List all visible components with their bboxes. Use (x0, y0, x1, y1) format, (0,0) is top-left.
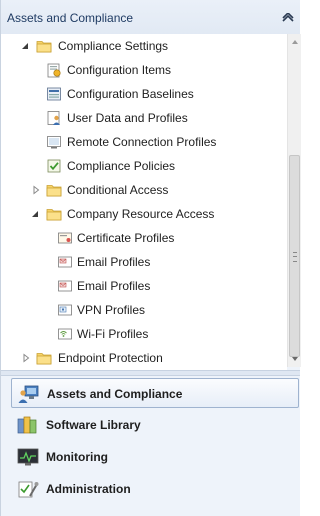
scrollbar-thumb[interactable] (289, 155, 300, 357)
tree-item-configuration-items[interactable]: Configuration Items (1, 59, 287, 81)
tree-item-company-resource-access[interactable]: Company Resource Access (1, 203, 287, 225)
tree-item-email-profiles[interactable]: Email Profiles (1, 251, 287, 273)
tree-item-label: Configuration Baselines (67, 87, 194, 101)
configuration-item-icon (47, 63, 61, 78)
tree-item-label: Endpoint Protection (58, 351, 163, 365)
compliance-policy-icon (47, 159, 61, 173)
tree-item-label: Conditional Access (67, 183, 169, 197)
tree-item-compliance-settings[interactable]: Compliance Settings (1, 35, 287, 57)
workspace-administration[interactable]: Administration (11, 474, 299, 504)
tree-item-wi-fi-profiles[interactable]: Wi-Fi Profiles (1, 323, 287, 345)
folder-icon (36, 353, 52, 365)
tree-item-label: Wi-Fi Profiles (77, 327, 149, 341)
tree-item-label: Configuration Items (67, 63, 172, 77)
expanded-arrow-icon[interactable] (30, 209, 40, 219)
scroll-down-icon[interactable] (290, 354, 300, 364)
console-navigation-pane: Assets and Compliance Compliance Setting… (0, 0, 301, 516)
pane-title: Assets and Compliance (7, 11, 134, 25)
tree-item-endpoint-protection[interactable]: Endpoint Protection (1, 347, 287, 369)
workspace-monitoring[interactable]: Monitoring (11, 442, 299, 472)
workspace-assets-and-compliance[interactable]: Assets and Compliance (11, 378, 299, 408)
expanded-arrow-icon[interactable] (20, 41, 30, 51)
navigation-tree: Compliance Settings Configuration Items … (1, 34, 287, 370)
configuration-baseline-icon (47, 87, 61, 101)
folder-icon (46, 209, 62, 221)
pane-header: Assets and Compliance (1, 0, 300, 36)
tree-item-label: User Data and Profiles (67, 111, 188, 125)
certificate-profile-icon (58, 232, 72, 244)
tree-item-label: Company Resource Access (67, 207, 215, 221)
monitoring-icon (17, 448, 39, 466)
user-data-icon (47, 111, 60, 125)
tree-item-email-profiles[interactable]: Email Profiles (1, 275, 287, 297)
scroll-up-icon[interactable] (290, 37, 300, 47)
tree-item-label: VPN Profiles (77, 303, 146, 317)
tree-item-label: Certificate Profiles (77, 231, 175, 245)
workspace-label: Assets and Compliance (47, 387, 183, 401)
workspace-label: Administration (46, 482, 131, 496)
workspace-label: Software Library (46, 418, 141, 432)
collapsed-arrow-icon[interactable] (21, 353, 31, 363)
email-profile-icon (58, 256, 72, 268)
workspace-switcher: Assets and Compliance Software Library M… (1, 376, 300, 516)
tree-item-label: Email Profiles (77, 279, 151, 293)
tree-item-label: Compliance Policies (67, 159, 176, 173)
tree-vertical-scrollbar[interactable] (287, 34, 301, 367)
tree-item-label: Email Profiles (77, 255, 151, 269)
tree-item-certificate-profiles[interactable]: Certificate Profiles (1, 227, 287, 249)
folder-icon (46, 185, 62, 197)
scrollbar-grip-icon (293, 252, 297, 262)
vpn-profile-icon (58, 304, 72, 316)
collapse-pane-icon[interactable] (282, 13, 294, 23)
software-library-icon (17, 416, 37, 434)
collapsed-arrow-icon[interactable] (31, 185, 41, 195)
tree-item-compliance-policies[interactable]: Compliance Policies (1, 155, 287, 177)
administration-icon (18, 481, 39, 498)
assets-compliance-icon (18, 385, 39, 403)
workspace-software-library[interactable]: Software Library (11, 410, 299, 440)
tree-item-user-data-and-profiles[interactable]: User Data and Profiles (1, 107, 287, 129)
tree-item-configuration-baselines[interactable]: Configuration Baselines (1, 83, 287, 105)
email-profile-icon (58, 280, 72, 292)
workspace-label: Monitoring (46, 450, 108, 464)
tree-item-label: Compliance Settings (58, 39, 169, 53)
tree-item-conditional-access[interactable]: Conditional Access (1, 179, 287, 201)
tree-item-label: Remote Connection Profiles (67, 135, 217, 149)
tree-item-vpn-profiles[interactable]: VPN Profiles (1, 299, 287, 321)
tree-item-remote-connection-profiles[interactable]: Remote Connection Profiles (1, 131, 287, 153)
remote-connection-icon (47, 136, 61, 149)
wifi-profile-icon (58, 328, 72, 340)
folder-icon (36, 41, 52, 53)
